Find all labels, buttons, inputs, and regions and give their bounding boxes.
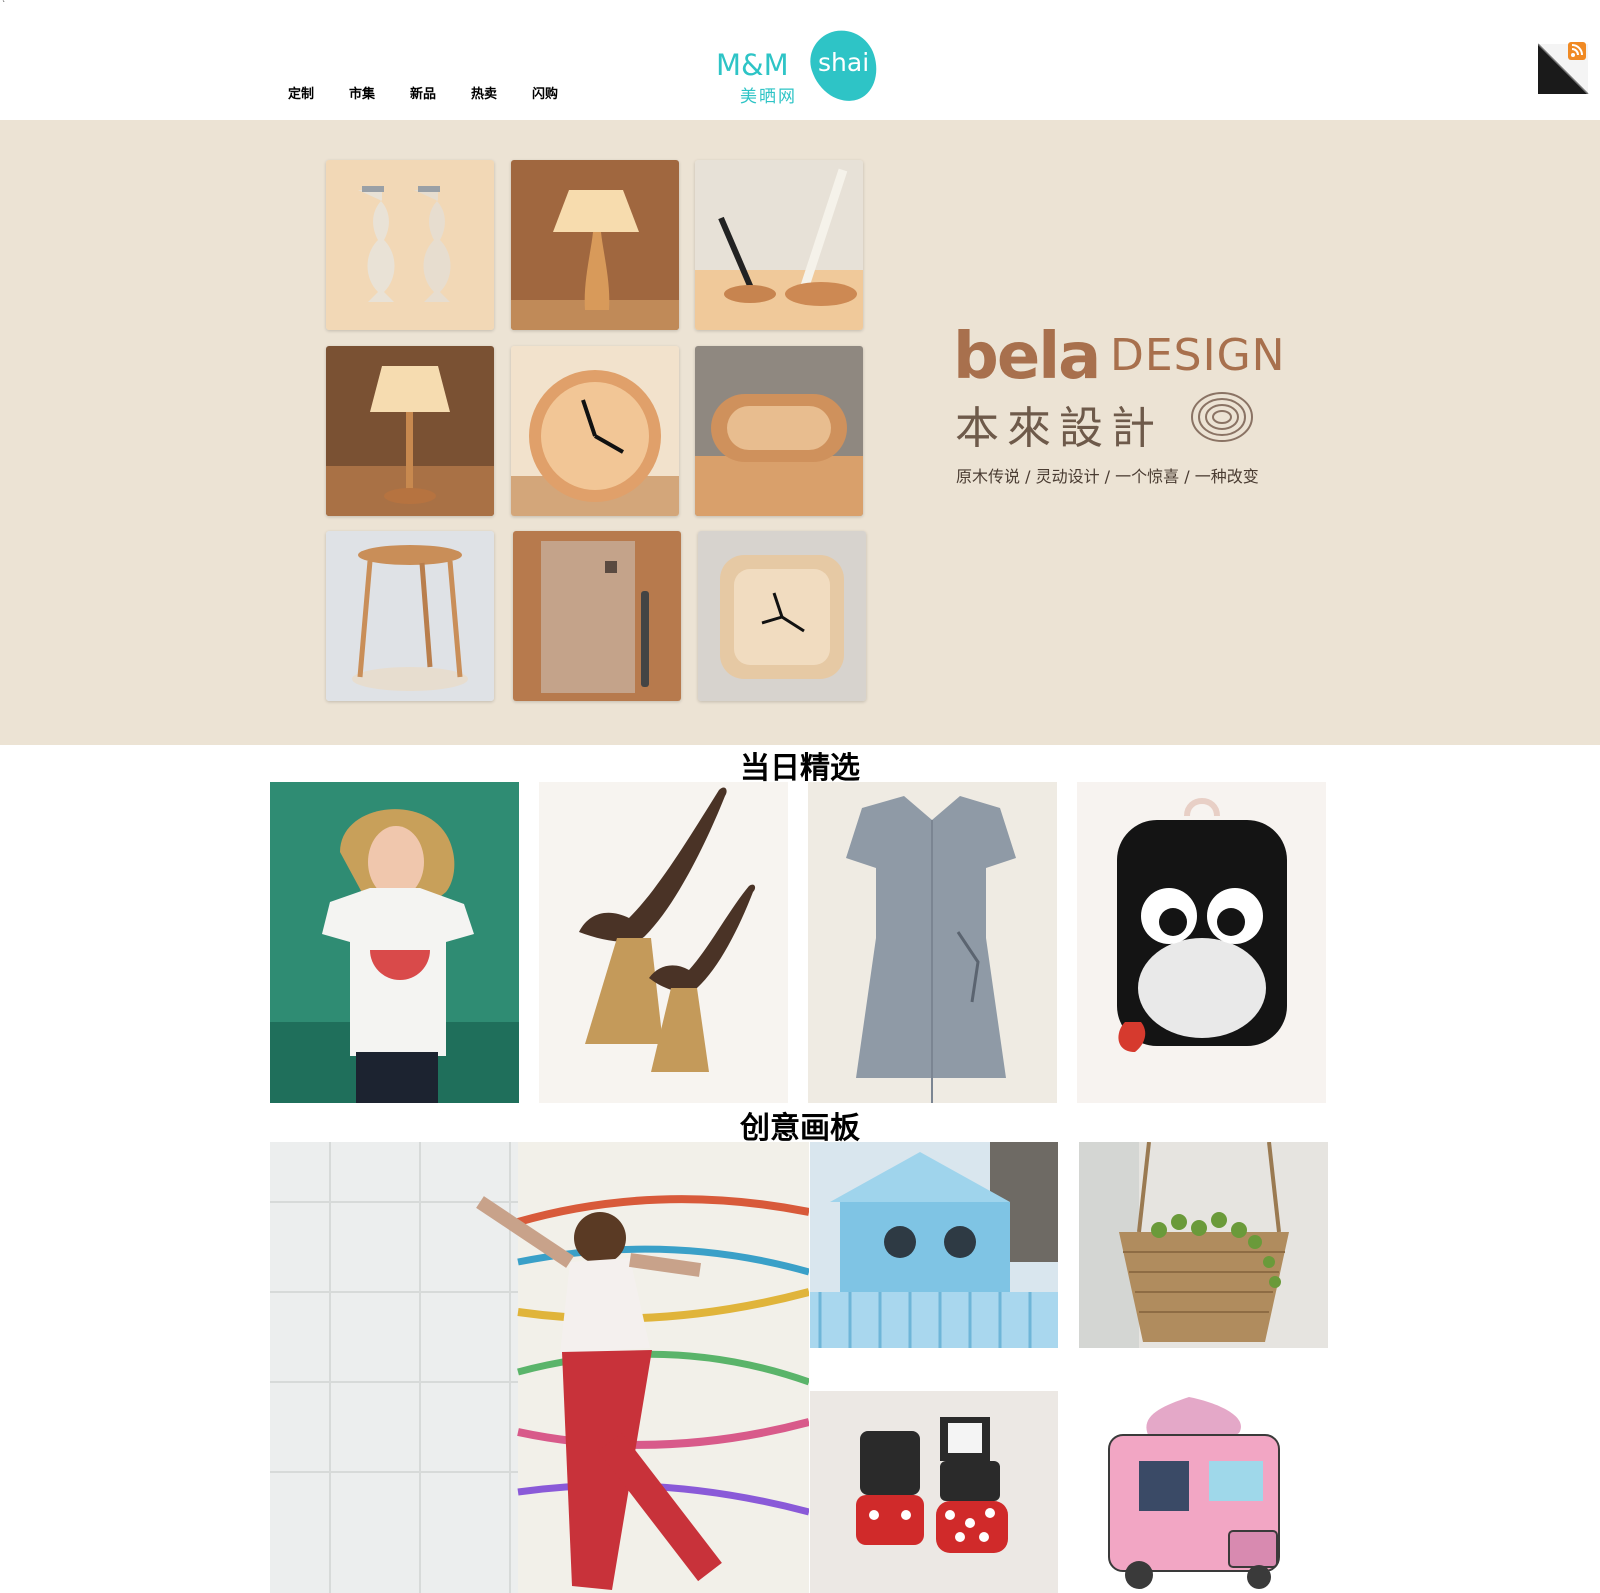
brand-chinese-name: 本來設計: [955, 403, 1163, 454]
product-speaker[interactable]: [695, 346, 863, 516]
brand-name: bela: [953, 320, 1101, 394]
main-nav: 定制 市集 新品 热卖 闪购: [288, 83, 593, 102]
logo-chinese: 美晒网: [740, 87, 797, 107]
daily-picks-title: 当日精选: [740, 751, 860, 786]
product-desk-clock[interactable]: [698, 531, 866, 701]
nav-item-market[interactable]: 市集: [349, 83, 410, 102]
logo-latin: M&M: [716, 48, 789, 82]
product-wall-clock[interactable]: [511, 346, 679, 516]
board-ice-cream-truck[interactable]: [1079, 1391, 1328, 1593]
product-pen-holders[interactable]: [695, 160, 863, 330]
pick-gray-wrap-dress[interactable]: [808, 782, 1057, 1103]
board-paint-artist[interactable]: [270, 1142, 809, 1593]
creative-board-title: 创意画板: [740, 1111, 860, 1146]
product-bedside-lamp[interactable]: [326, 346, 494, 516]
pick-wooden-birds[interactable]: [539, 782, 788, 1103]
hero-banner[interactable]: bela DESIGN 本來設計 原木传说 / 灵动设计 / 一个惊喜 / 一种…: [0, 120, 1600, 745]
pick-monkey-backpack[interactable]: [1077, 782, 1326, 1103]
nav-item-hot[interactable]: 热卖: [471, 83, 532, 102]
board-hanging-rope-planter[interactable]: [1079, 1142, 1328, 1348]
corner-mark: `: [2, 0, 6, 9]
board-blue-wooden-house[interactable]: [810, 1142, 1058, 1348]
nav-item-new[interactable]: 新品: [410, 83, 471, 102]
product-stool[interactable]: [326, 531, 494, 701]
site-header: ` 定制 市集 新品 热卖 闪购 M&M shai 美晒网: [0, 0, 1600, 120]
product-table-lamp[interactable]: [511, 160, 679, 330]
product-notebook[interactable]: [513, 531, 681, 701]
nav-item-custom[interactable]: 定制: [288, 83, 349, 102]
brand-slogan: 原木传说 / 灵动设计 / 一个惊喜 / 一种改变: [956, 467, 1259, 486]
rss-icon[interactable]: [1537, 40, 1590, 95]
site-logo[interactable]: M&M shai 美晒网: [716, 21, 886, 111]
brand-suffix: DESIGN: [1110, 330, 1286, 381]
pick-watermelon-tshirt[interactable]: [270, 782, 519, 1103]
wood-rings-icon: [1191, 392, 1253, 442]
logo-shai: shai: [818, 48, 870, 77]
product-candle-holders[interactable]: [326, 160, 494, 330]
nav-item-flash[interactable]: 闪购: [532, 83, 593, 102]
board-mickey-drawer-cabinets[interactable]: [810, 1391, 1058, 1593]
